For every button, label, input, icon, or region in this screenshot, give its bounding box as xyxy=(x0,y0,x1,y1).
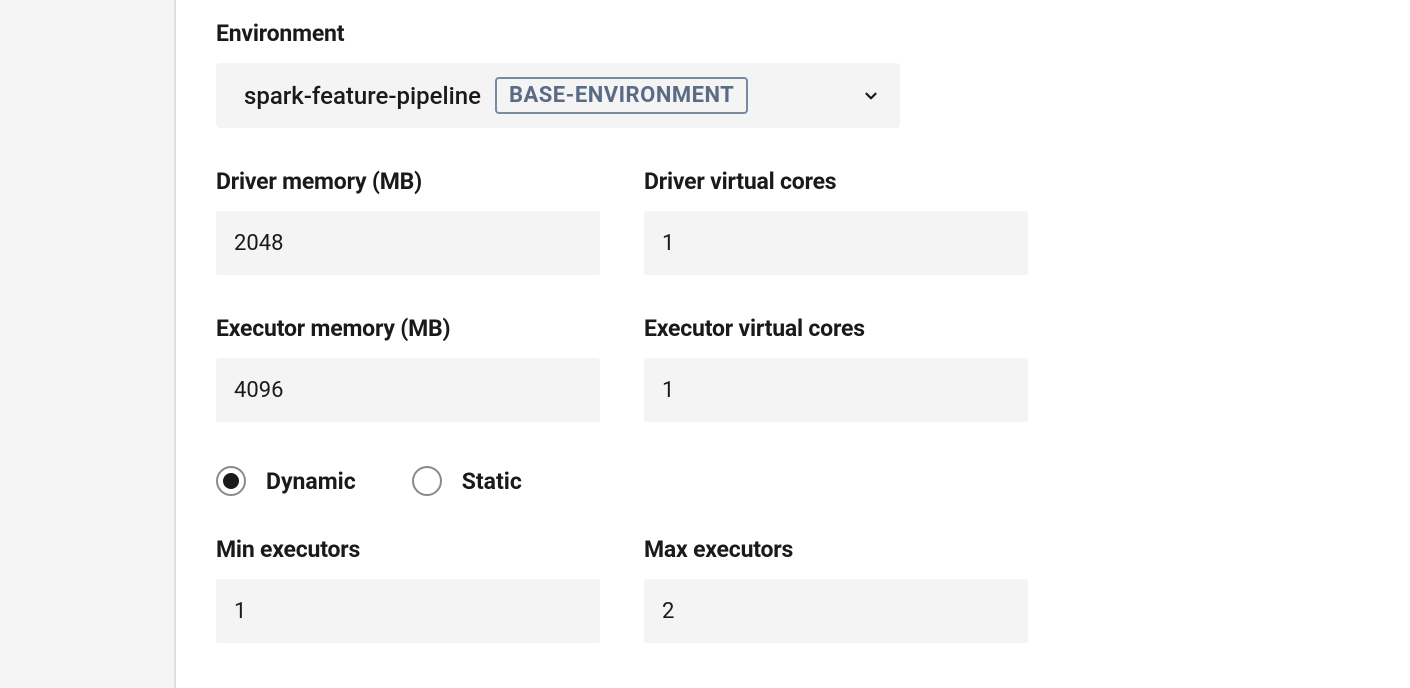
executor-memory-label: Executor memory (MB) xyxy=(216,315,600,342)
environment-selected-name: spark-feature-pipeline xyxy=(244,82,481,110)
radio-static[interactable]: Static xyxy=(412,466,522,496)
max-executors-label: Max executors xyxy=(644,536,1028,563)
max-executors-field: Max executors xyxy=(644,536,1028,643)
driver-cores-field: Driver virtual cores xyxy=(644,168,1028,275)
radio-dynamic[interactable]: Dynamic xyxy=(216,466,356,496)
main-content: Environment spark-feature-pipeline BASE-… xyxy=(176,0,1410,688)
radio-dynamic-label: Dynamic xyxy=(266,468,356,495)
driver-memory-field: Driver memory (MB) xyxy=(216,168,600,275)
driver-cores-label: Driver virtual cores xyxy=(644,168,1028,195)
environment-select[interactable]: spark-feature-pipeline BASE-ENVIRONMENT xyxy=(216,63,900,128)
max-executors-input[interactable] xyxy=(644,579,1028,643)
driver-memory-label: Driver memory (MB) xyxy=(216,168,600,195)
min-executors-label: Min executors xyxy=(216,536,600,563)
executor-cores-label: Executor virtual cores xyxy=(644,315,1028,342)
environment-badge: BASE-ENVIRONMENT xyxy=(495,77,748,114)
environment-label: Environment xyxy=(216,20,1370,47)
min-executors-input[interactable] xyxy=(216,579,600,643)
left-sidebar xyxy=(0,0,176,688)
executor-memory-field: Executor memory (MB) xyxy=(216,315,600,422)
min-executors-field: Min executors xyxy=(216,536,600,643)
allocation-mode-group: Dynamic Static xyxy=(216,466,1370,496)
radio-dynamic-indicator xyxy=(216,466,246,496)
driver-memory-input[interactable] xyxy=(216,211,600,275)
radio-static-label: Static xyxy=(462,468,522,495)
chevron-down-icon xyxy=(862,87,880,105)
driver-cores-input[interactable] xyxy=(644,211,1028,275)
executor-cores-field: Executor virtual cores xyxy=(644,315,1028,422)
executor-cores-input[interactable] xyxy=(644,358,1028,422)
executor-memory-input[interactable] xyxy=(216,358,600,422)
radio-static-indicator xyxy=(412,466,442,496)
